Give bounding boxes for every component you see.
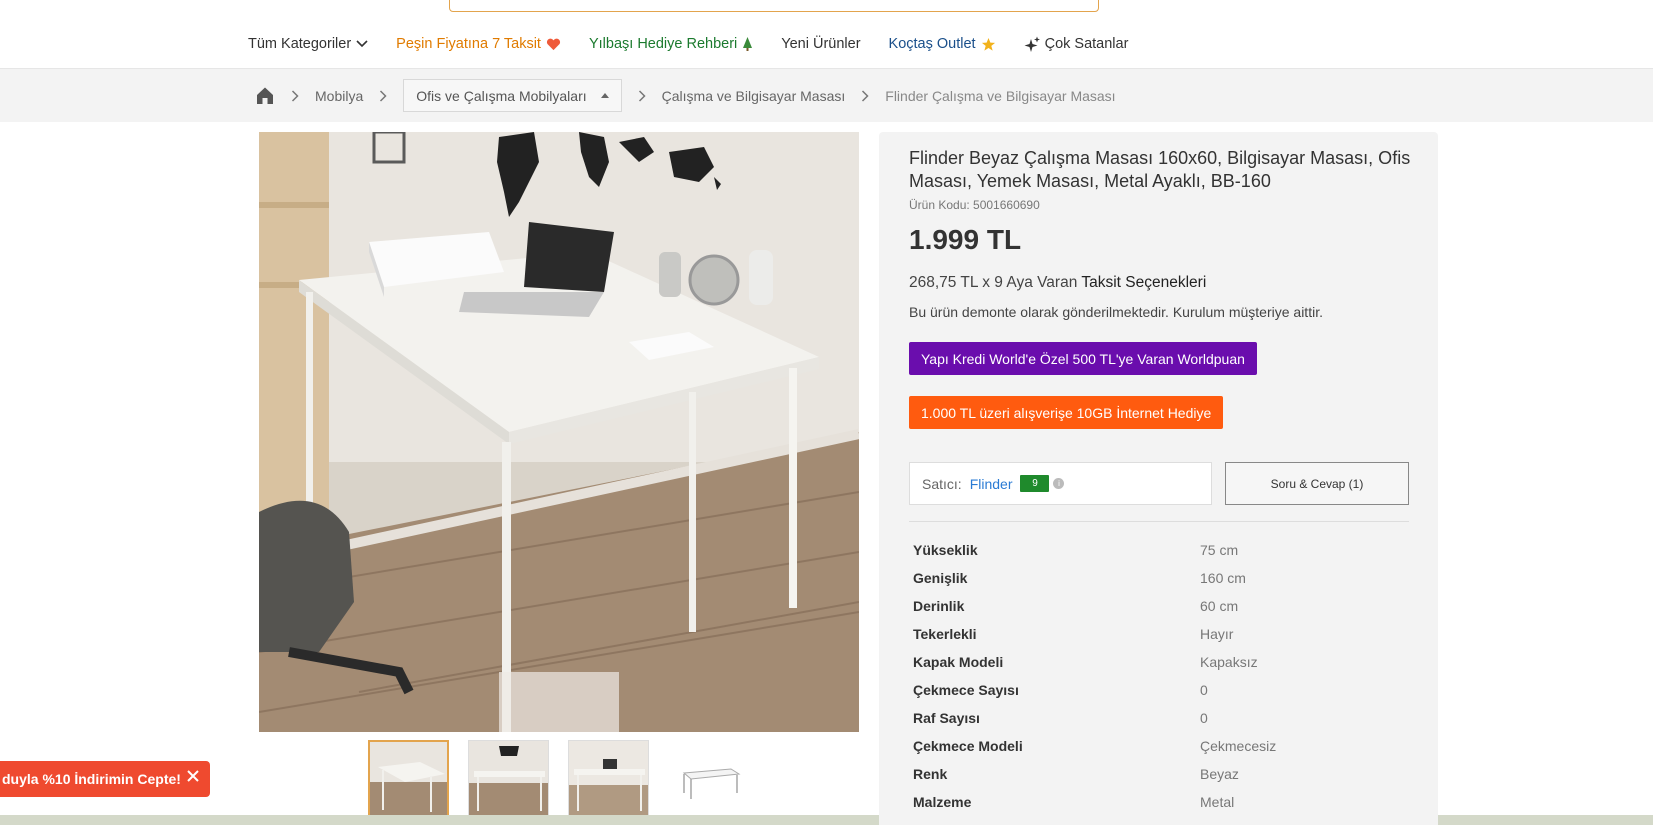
nav-outlet-label: Koçtaş Outlet: [888, 36, 976, 52]
nav-outlet[interactable]: Koçtaş Outlet: [889, 36, 996, 52]
spec-value: Hayır: [1200, 626, 1234, 642]
breadcrumb-mobilya[interactable]: Mobilya: [315, 88, 363, 104]
spec-key: Çekmece Sayısı: [913, 682, 1019, 698]
nav-new-products[interactable]: Yeni Ürünler: [781, 36, 860, 52]
thumbnail-strip: [368, 740, 749, 818]
spec-row: Çekmece Modeli Çekmecesiz: [913, 732, 1413, 760]
spec-row: Tekerlekli Hayır: [913, 620, 1413, 648]
breadcrumb-desk[interactable]: Çalışma ve Bilgisayar Masası: [662, 88, 846, 104]
spec-key: Genişlik: [913, 570, 968, 586]
spec-value: Metal: [1200, 794, 1235, 810]
spec-value: 0: [1200, 682, 1208, 698]
spec-table: Yükseklik 75 cm Genişlik 160 cm Derinlik 60…: [913, 536, 1413, 816]
thumbnail-3[interactable]: [568, 740, 649, 818]
spec-key: Malzeme: [913, 794, 972, 810]
thumbnail-2[interactable]: [468, 740, 549, 818]
star-icon: [981, 37, 996, 52]
nav-all-categories-label: Tüm Kategoriler: [248, 36, 352, 52]
spec-value: Çekmecesiz: [1200, 738, 1277, 754]
spec-row: Malzeme Metal: [913, 788, 1413, 816]
installment-info: 268,75 TL x 9 Aya Varan Taksit Seçenekle…: [909, 274, 1206, 292]
chevron-right-icon: [291, 89, 299, 102]
nav-new-year-gift[interactable]: Yılbaşı Hediye Rehberi: [589, 36, 753, 52]
home-icon[interactable]: [255, 86, 275, 105]
tree-icon: [742, 36, 753, 52]
nav-cash-installment[interactable]: Peşin Fiyatına 7 Taksit: [396, 36, 561, 52]
spec-value: Kapaksız: [1200, 654, 1258, 670]
product-title: Flinder Beyaz Çalışma Masası 160x60, Bil…: [909, 148, 1411, 191]
nav-cash-installment-label: Peşin Fiyatına 7 Taksit: [396, 36, 541, 52]
thumbnail-4[interactable]: [668, 740, 749, 818]
seller-score-badge: 9: [1020, 475, 1050, 492]
spec-key: Raf Sayısı: [913, 710, 980, 726]
chevron-right-icon: [379, 89, 387, 102]
spec-value: 75 cm: [1200, 542, 1239, 558]
spec-row: Yükseklik 75 cm: [913, 536, 1413, 564]
spec-row: Kapak Modeli Kapaksız: [913, 648, 1413, 676]
product-price: 1.999 TL: [909, 224, 1022, 255]
nav-best-sellers-label: Çok Satanlar: [1044, 36, 1129, 52]
caret-up-icon: [600, 93, 609, 98]
thumbnail-1[interactable]: [368, 740, 449, 818]
search-bar[interactable]: [449, 0, 1099, 12]
spec-key: Kapak Modeli: [913, 654, 1004, 670]
assembly-note: Bu ürün demonte olarak gönderilmektedir.…: [909, 304, 1323, 320]
nav-all-categories[interactable]: Tüm Kategoriler: [248, 36, 368, 52]
product-main-image[interactable]: [259, 132, 859, 732]
spec-row: Çekmece Sayısı 0: [913, 676, 1413, 704]
chevron-right-icon: [861, 89, 869, 102]
spec-row: Renk Beyaz: [913, 760, 1413, 788]
spec-value: 60 cm: [1200, 598, 1239, 614]
breadcrumb-category-dropdown[interactable]: Ofis ve Çalışma Mobilyaları: [403, 79, 622, 112]
close-icon[interactable]: [186, 769, 200, 786]
spec-row: Raf Sayısı 0: [913, 704, 1413, 732]
promo-badge-worldpuan[interactable]: Yapı Kredi World'e Özel 500 TL'ye Varan …: [909, 342, 1257, 375]
nav-new-products-label: Yeni Ürünler: [781, 36, 861, 52]
product-info-panel: Flinder Beyaz Çalışma Masası 160x60, Bil…: [879, 132, 1438, 825]
promo-badge-internet[interactable]: 1.000 TL üzeri alışverişe 10GB İnternet …: [909, 396, 1224, 429]
spec-divider: [909, 521, 1409, 522]
spec-row: Genişlik 160 cm: [913, 564, 1413, 592]
spec-key: Tekerlekli: [913, 626, 977, 642]
heart-icon: [546, 38, 561, 51]
nav-new-year-gift-label: Yılbaşı Hediye Rehberi: [588, 36, 738, 52]
chevron-down-icon: [356, 40, 368, 48]
installment-text: 268,75 TL x 9 Aya Varan: [909, 274, 1078, 291]
sparkle-icon: [1024, 36, 1041, 53]
spec-key: Çekmece Modeli: [913, 738, 1023, 754]
breadcrumb-category-label: Ofis ve Çalışma Mobilyaları: [416, 87, 587, 104]
info-icon[interactable]: i: [1053, 478, 1065, 489]
seller-name-link[interactable]: Flinder: [970, 476, 1013, 492]
spec-value: 0: [1200, 710, 1208, 726]
seller-box: Satıcı: Flinder 9 i: [909, 462, 1212, 505]
spec-value: Beyaz: [1200, 766, 1239, 782]
product-code: Ürün Kodu: 5001660690: [909, 198, 1040, 212]
spec-value: 160 cm: [1200, 570, 1246, 586]
chevron-right-icon: [638, 89, 646, 102]
promo-toast-text: duyla %10 İndirimin Cepte!: [2, 771, 181, 787]
main-nav: Tüm Kategoriler Peşin Fiyatına 7 Taksit …: [248, 33, 1156, 55]
breadcrumb: Mobilya Ofis ve Çalışma Mobilyaları Çalı…: [0, 69, 1653, 122]
spec-key: Derinlik: [913, 598, 965, 614]
installment-options-link[interactable]: Taksit Seçenekleri: [1081, 274, 1206, 291]
promo-toast[interactable]: duyla %10 İndirimin Cepte!: [0, 761, 210, 797]
breadcrumb-current: Flinder Çalışma ve Bilgisayar Masası: [885, 87, 1116, 104]
seller-label: Satıcı:: [922, 475, 962, 492]
spec-key: Yükseklik: [913, 542, 978, 558]
spec-key: Renk: [913, 766, 948, 782]
spec-row: Derinlik 60 cm: [913, 592, 1413, 620]
nav-best-sellers[interactable]: Çok Satanlar: [1024, 36, 1129, 53]
qa-button[interactable]: Soru & Cevap (1): [1225, 462, 1409, 505]
